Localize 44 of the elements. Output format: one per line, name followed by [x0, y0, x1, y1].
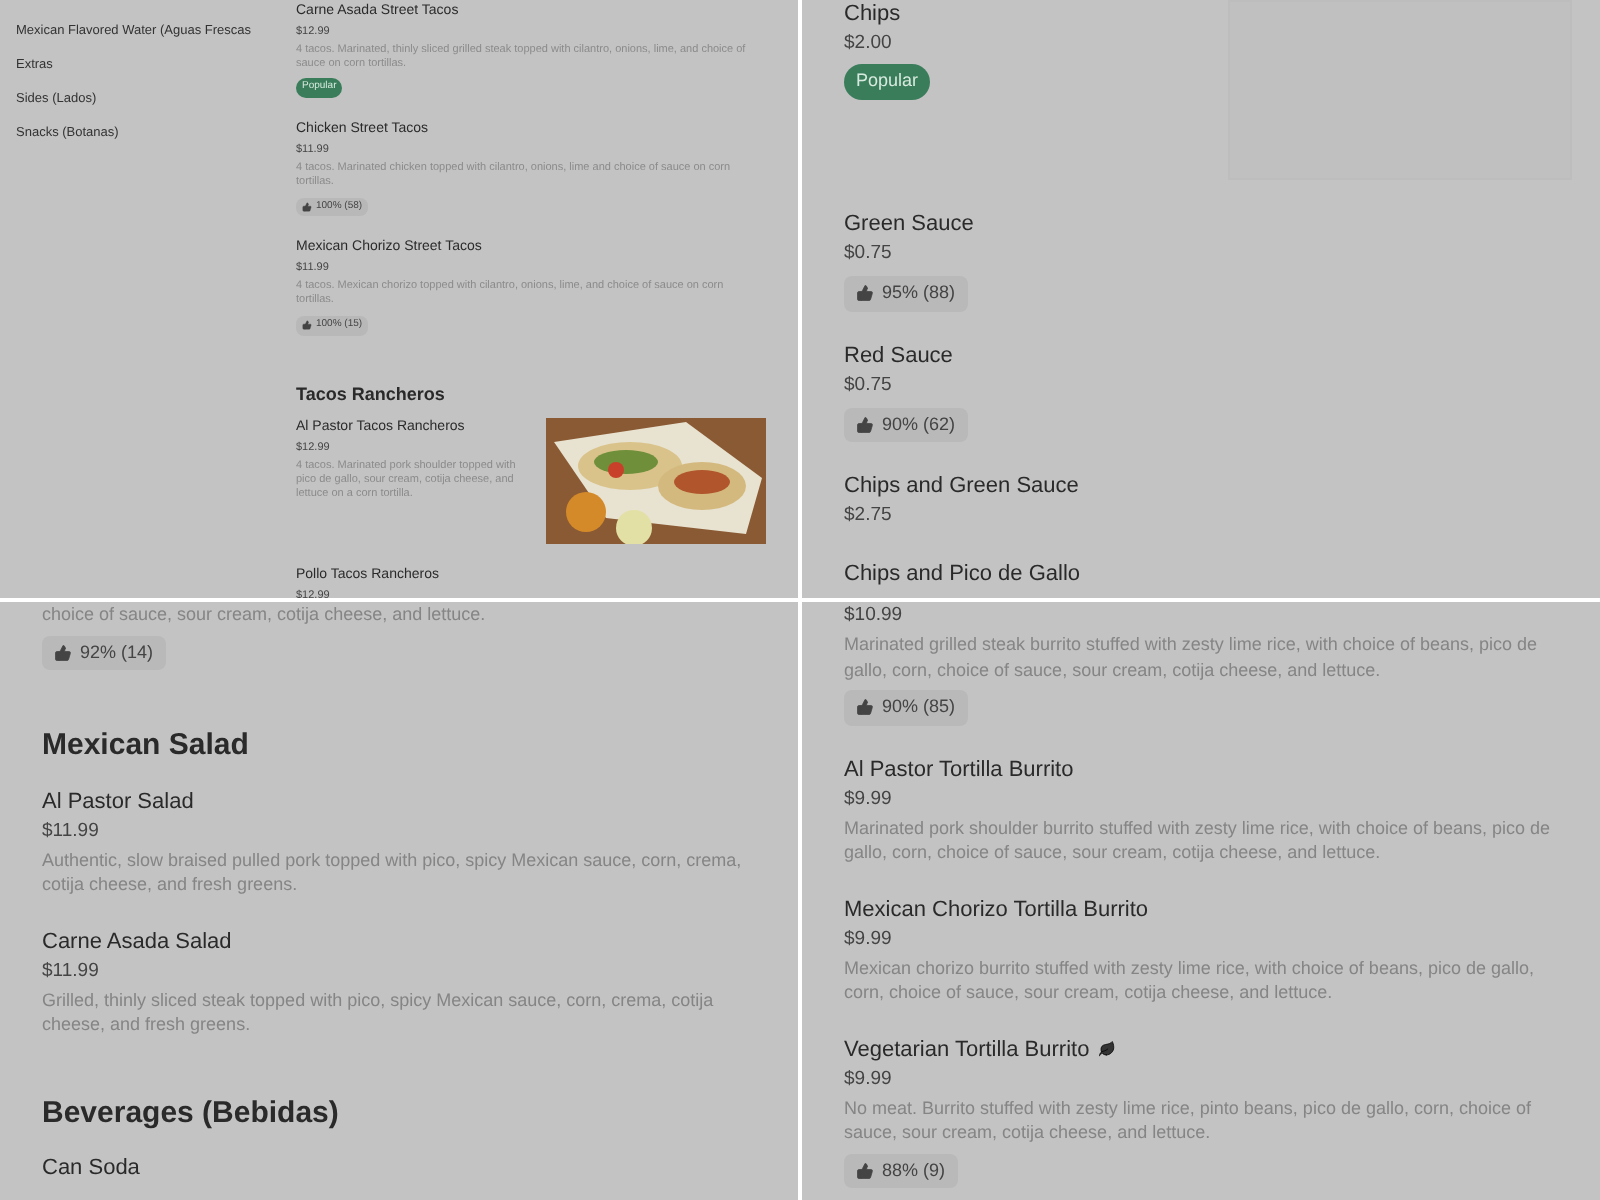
- thumbs-up-icon: [856, 284, 874, 303]
- item-name[interactable]: Green Sauce: [844, 210, 974, 238]
- item-description: Grilled, thinly sliced steak topped with pico, spicy Mexican sauce, corn, crema, cotija cheese, and fresh greens.: [42, 987, 716, 1037]
- item-price: $0.75: [844, 371, 894, 399]
- item-name[interactable]: Al Pastor Tortilla Burrito: [844, 755, 1074, 783]
- item-name[interactable]: Can Soda: [42, 1154, 140, 1182]
- item-price: $11.99: [42, 957, 101, 985]
- item-name[interactable]: Chips and Green Sauce: [844, 472, 1079, 500]
- rating-text: 90% (85): [882, 694, 956, 720]
- thumbs-up-icon: [856, 415, 874, 434]
- item-name[interactable]: Mexican Chorizo Tortilla Burrito: [844, 895, 1149, 923]
- item-name[interactable]: Vegetarian Tortilla Burrito: [844, 1035, 1090, 1063]
- item-price: $11.99: [42, 817, 101, 845]
- item-name[interactable]: Red Sauce: [844, 341, 953, 369]
- item-price: $9.99: [844, 925, 894, 953]
- rating-text: 95% (88): [882, 280, 956, 306]
- section-heading: Tacos Rancheros: [296, 381, 447, 407]
- item-name[interactable]: Al Pastor Salad: [42, 787, 194, 815]
- item-price: $10.99: [844, 602, 905, 630]
- popular-badge: Popular: [844, 64, 931, 99]
- item-description: Mexican chorizo burrito stuffed with zesty lime rice, with choice of beans, pico de gallo, corn, choice of sauce, sour cream, cotija cheese, and lettuce.: [844, 955, 1536, 1005]
- thumbs-up-icon: [302, 320, 312, 331]
- item-price: $0.75: [844, 240, 894, 268]
- item-description: Marinated pork shoulder burrito stuffed with zesty lime rice, with choice of beans, pico de gallo, corn, choice of sauce, sour cream, cotija cheese, and lettuce.: [844, 815, 1553, 865]
- section-heading: Mexican Salad: [42, 726, 251, 766]
- item-description: No meat. Burrito stuffed with zesty lime rice, pinto beans, pico de gallo, corn, choice of sauce, sour cream, cotija cheese, and lettuce.: [844, 1095, 1534, 1145]
- item-price: $9.99: [844, 785, 894, 813]
- item-description: choice of sauce, sour cream, cotija cheese, and lettuce.: [42, 602, 488, 627]
- thumbs-up-icon: [54, 643, 72, 662]
- rating-text: 90% (62): [882, 411, 956, 438]
- rating-text: 88% (9): [882, 1157, 946, 1184]
- thumbs-up-icon: [856, 1161, 874, 1180]
- item-name[interactable]: Chips: [844, 0, 901, 28]
- rating-text: 92% (14): [80, 639, 154, 666]
- item-price: $2.75: [844, 502, 894, 530]
- thumbs-up-icon: [856, 698, 874, 717]
- thumbs-up-icon: [302, 201, 312, 212]
- item-description: Marinated grilled steak burrito stuffed with zesty lime rice, with choice of beans, pico de gallo, corn, choice of sauce, sour cream, cotija cheese, and lettuce.: [844, 632, 1539, 682]
- section-heading: Beverages (Bebidas): [42, 1093, 341, 1133]
- item-description: Authentic, slow braised pulled pork topped with pico, spicy Mexican sauce, corn, crema, cotija cheese, and fresh greens.: [42, 847, 744, 897]
- item-name[interactable]: Chips and Pico de Gallo: [844, 560, 1081, 588]
- item-price: $2.00: [844, 30, 894, 58]
- item-price: $9.99: [844, 1065, 894, 1093]
- item-name[interactable]: Carne Asada Salad: [42, 927, 232, 955]
